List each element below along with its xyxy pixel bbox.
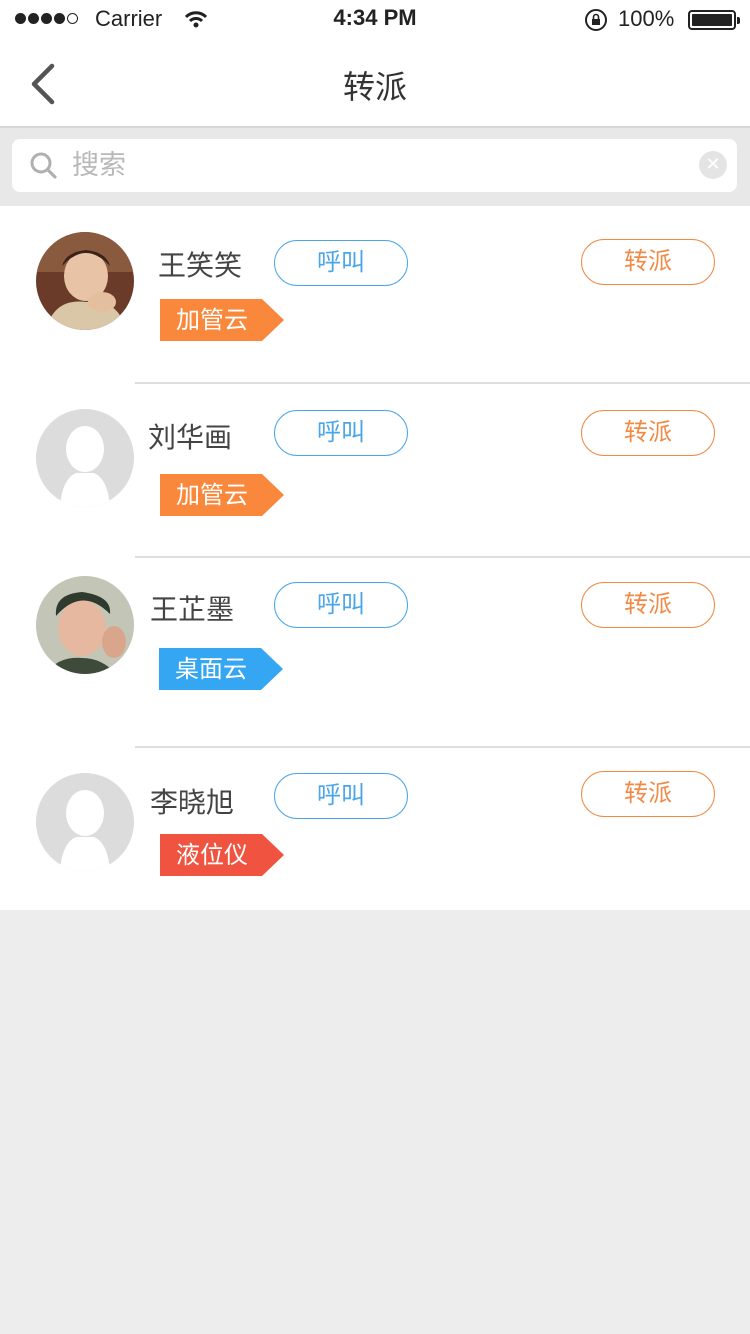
tag-label: 液位仪 (160, 834, 262, 876)
tag-label: 桌面云 (159, 648, 261, 690)
clear-icon[interactable]: ✕ (699, 151, 727, 179)
assign-button[interactable]: 转派 (581, 410, 715, 456)
search-icon (30, 152, 57, 179)
search-box[interactable]: ✕ (12, 139, 737, 192)
call-button[interactable]: 呼叫 (274, 240, 408, 286)
page-title: 转派 (342, 68, 407, 106)
battery-percent: 100% (618, 6, 675, 31)
list-item: 王芷墨 呼叫 转派 桌面云 (0, 558, 750, 746)
contact-name: 李晓旭 (150, 786, 235, 819)
call-button[interactable]: 呼叫 (274, 582, 408, 628)
contact-name: 刘华画 (148, 421, 233, 454)
assign-button[interactable]: 转派 (581, 771, 715, 817)
contact-name: 王芷墨 (150, 593, 235, 626)
tag-label: 加管云 (160, 299, 262, 341)
list-item: 李晓旭 呼叫 转派 液位仪 (0, 748, 750, 910)
list-item: 王笑笑 呼叫 转派 加管云 (0, 206, 750, 382)
default-avatar-icon (36, 773, 134, 871)
tag-label: 加管云 (160, 474, 262, 516)
contact-list: 王笑笑 呼叫 转派 加管云 刘华画 呼叫 转派 加管云 王芷墨 呼叫 转派 桌面… (0, 206, 750, 910)
nav-bar: 转派 (0, 40, 750, 128)
battery-icon (688, 10, 740, 30)
search-bar: ✕ (0, 128, 750, 206)
photo-avatar-icon (36, 232, 134, 330)
list-item: 刘华画 呼叫 转派 加管云 (0, 384, 750, 556)
assign-button[interactable]: 转派 (581, 239, 715, 285)
call-button[interactable]: 呼叫 (274, 773, 408, 819)
default-avatar-icon (36, 409, 134, 507)
rotation-lock-icon (585, 9, 607, 31)
status-bar: Carrier 4:34 PM 100% (0, 0, 750, 40)
call-button[interactable]: 呼叫 (274, 410, 408, 456)
assign-button[interactable]: 转派 (581, 582, 715, 628)
search-input[interactable] (72, 145, 672, 185)
photo-avatar-icon (36, 576, 134, 674)
contact-name: 王笑笑 (158, 249, 243, 282)
